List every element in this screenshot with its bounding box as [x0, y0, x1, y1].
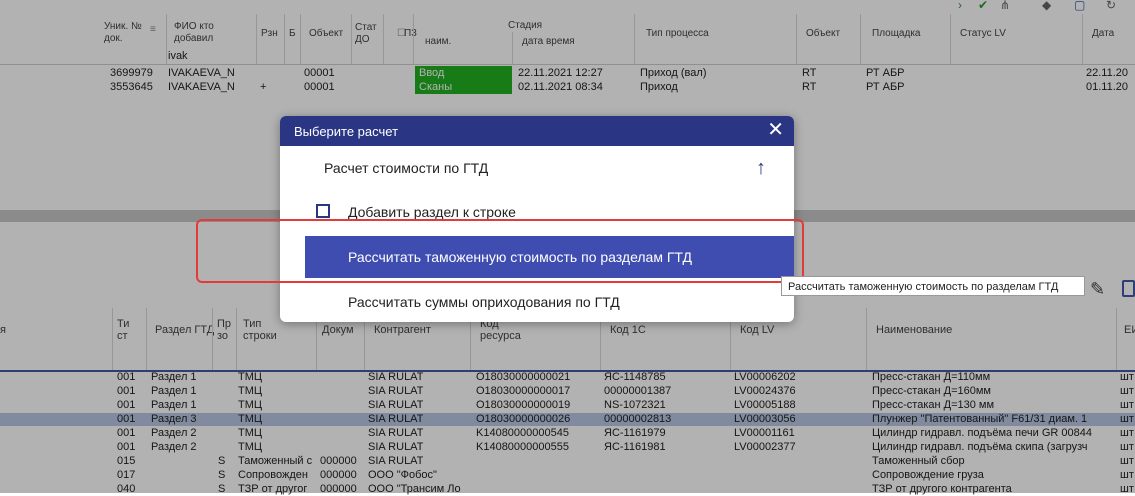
- close-icon[interactable]: ✕: [767, 120, 784, 140]
- dialog-header: Выберите расчет ✕: [280, 116, 794, 146]
- menu-item-calc-receipt-sums[interactable]: Рассчитать суммы оприходования по ГТД: [280, 282, 794, 322]
- menu-item-calc-cost[interactable]: Расчет стоимости по ГТД ↑: [280, 148, 794, 188]
- arrow-up-icon[interactable]: ↑: [756, 148, 766, 188]
- tooltip: Рассчитать таможенную стоимость по разде…: [781, 276, 1085, 296]
- highlight-box: [196, 219, 804, 283]
- copy-icon: [316, 204, 330, 218]
- dialog-title: Выберите расчет: [294, 124, 399, 139]
- menu-item-label: Расчет стоимости по ГТД: [324, 160, 489, 176]
- menu-item-label: Рассчитать суммы оприходования по ГТД: [348, 294, 620, 310]
